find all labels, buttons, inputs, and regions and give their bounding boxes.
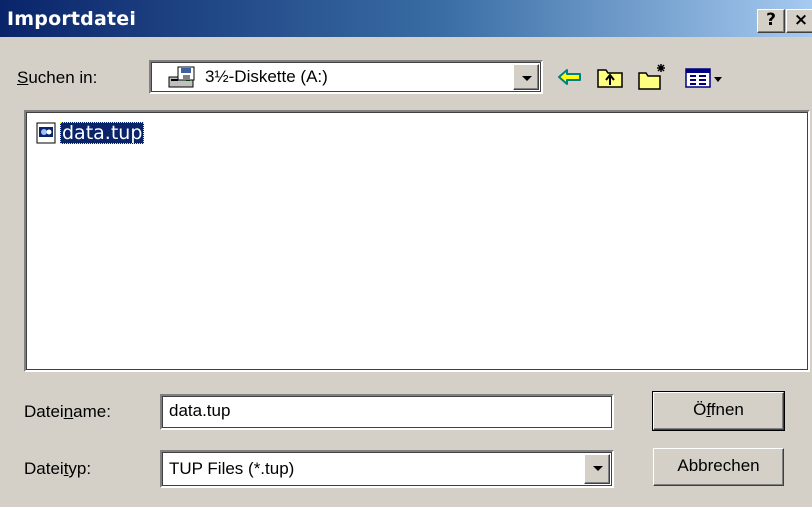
file-name: data.tup (60, 122, 145, 144)
look-in-dropdown-button[interactable] (513, 64, 539, 90)
file-name-label: Dateiname: (24, 402, 111, 421)
title-bar: Importdatei ? × (0, 0, 812, 37)
floppy-drive-icon (168, 66, 195, 88)
open-button[interactable]: Öffnen (652, 391, 785, 431)
file-name-input[interactable]: data.tup (160, 394, 614, 430)
file-type-dropdown-button[interactable] (584, 454, 610, 484)
new-folder-icon[interactable] (636, 61, 668, 93)
file-type-label: Dateityp: (24, 459, 92, 478)
file-name-input-value: data.tup (169, 401, 231, 420)
back-arrow-icon[interactable] (553, 61, 585, 93)
look-in-accelerator: S (17, 68, 29, 87)
view-menu-icon[interactable] (684, 61, 726, 93)
up-folder-icon[interactable] (594, 61, 626, 93)
look-in-value: 3½-Diskette (A:) (205, 67, 328, 86)
file-list[interactable]: data.tup (24, 110, 810, 372)
close-button[interactable]: × (786, 9, 812, 33)
file-type-combo[interactable]: TUP Files (*.tup) (160, 450, 614, 488)
window-title: Importdatei (7, 8, 137, 30)
tup-file-icon (36, 122, 56, 144)
cancel-button[interactable]: Abbrechen (653, 448, 784, 486)
look-in-combo[interactable]: 3½-Diskette (A:) (149, 60, 543, 94)
list-item[interactable]: data.tup (36, 121, 145, 145)
help-button[interactable]: ? (757, 9, 785, 33)
file-name-accelerator: n (63, 402, 74, 421)
file-type-value: TUP Files (*.tup) (169, 459, 295, 478)
look-in-label: Suchen in: (17, 68, 98, 87)
